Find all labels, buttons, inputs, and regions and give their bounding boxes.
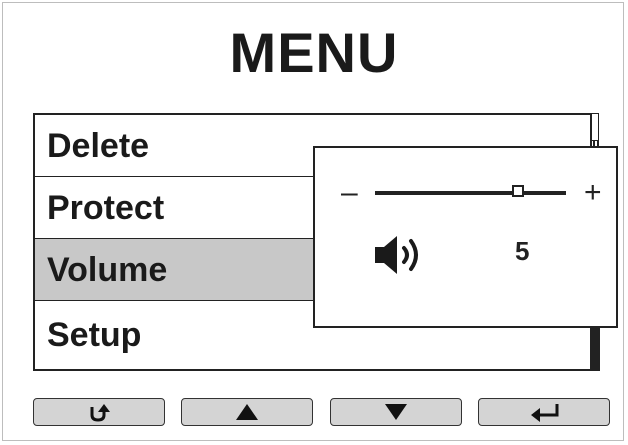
- page-title: MENU: [229, 21, 399, 84]
- enter-button[interactable]: [478, 398, 610, 426]
- volume-popup: – + 5: [313, 146, 618, 328]
- return-arrow-icon: [90, 404, 110, 422]
- down-button[interactable]: [330, 398, 462, 426]
- menu-item-label: Delete: [47, 127, 150, 165]
- scrollbar-top-cap: [591, 113, 599, 141]
- volume-slider-track[interactable]: [375, 191, 566, 195]
- volume-value: 5: [515, 236, 530, 266]
- menu-item-label: Volume: [47, 251, 168, 289]
- volume-plus-label[interactable]: +: [584, 176, 602, 210]
- volume-minus-label[interactable]: –: [341, 176, 358, 210]
- menu-item-label: Protect: [47, 189, 165, 227]
- volume-slider-thumb[interactable]: [512, 185, 525, 197]
- menu-item-label: Setup: [47, 316, 142, 354]
- up-button[interactable]: [181, 398, 313, 426]
- triangle-down-icon: [385, 404, 407, 420]
- speaker-icon: [375, 236, 418, 274]
- triangle-up-icon: [236, 404, 258, 420]
- back-button[interactable]: [33, 398, 165, 426]
- enter-arrow-icon: [531, 404, 559, 422]
